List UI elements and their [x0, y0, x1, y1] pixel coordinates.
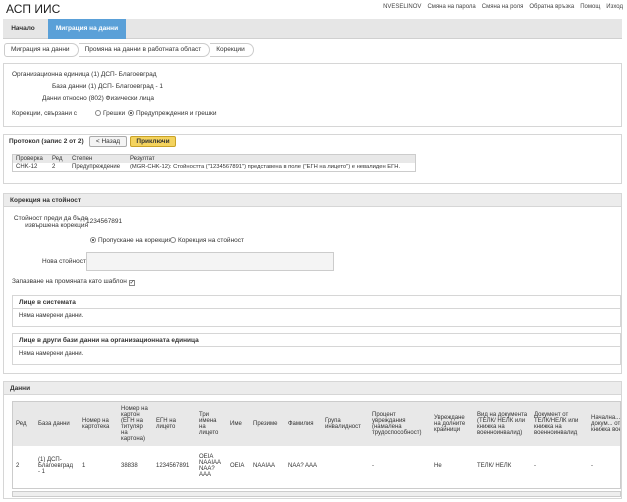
back-button[interactable]: < Назад — [89, 136, 127, 147]
protocol-title: Протокол (запис 2 от 2) — [9, 138, 84, 145]
top-bar: АСП ИИС NVESELINOV Смяна на парола Смяна… — [0, 0, 627, 18]
save-template-label: Запазване на промяната като шаблон ✓ — [12, 278, 135, 286]
cell-row: 2 — [16, 463, 20, 469]
cell-document: - — [534, 463, 536, 469]
main-nav: Начало Миграция на данни — [3, 19, 622, 39]
cell-first-name: ОЕІА — [230, 463, 245, 469]
col-first-name: Име — [227, 402, 250, 446]
col-check: Проверка — [13, 155, 49, 163]
cell-middle-name: NAAIAA — [253, 463, 276, 469]
cell-database: (1) ДСП-Благоевград - 1 — [38, 457, 73, 475]
table-row[interactable]: 2 (1) ДСП-Благоевград - 1 1 38838 123456… — [13, 446, 620, 486]
db-value: (1) ДСП- Благоевград - 1 — [88, 83, 164, 90]
cell-start-date: - — [591, 463, 593, 469]
col-start-date: Начална... на докум... от ТЕЛК или книжк… — [588, 402, 620, 446]
before-value-label: Стойност преди да бъде извършена корекци… — [13, 215, 88, 229]
nav-data-migration[interactable]: Миграция на данни — [48, 19, 126, 39]
finish-button[interactable]: Приключи — [130, 136, 176, 147]
info-panel: Организационна единица (1) ДСП- Благоевг… — [3, 63, 622, 127]
data-about-label: Данни относно (802) Физически лица — [42, 95, 155, 102]
col-row: Ред — [13, 402, 35, 446]
persons-in-system-title: Лице в системата — [13, 296, 620, 309]
correction-title: Корекция на стойност — [4, 194, 621, 207]
top-links: NVESELINOV Смяна на парола Смяна на роля… — [383, 4, 623, 10]
save-template-checkbox[interactable]: ✓ — [128, 280, 135, 286]
protocol-panel: Протокол (запис 2 от 2) < Назад Приключи… — [3, 134, 622, 184]
col-card-number: Номер на картон (ЕГН на титуляр на карто… — [118, 402, 153, 446]
option-errors[interactable]: Грешки — [95, 110, 125, 117]
breadcrumb: Миграция на данни Промяна на данни в раб… — [4, 43, 254, 57]
correction-panel: Корекция на стойност Стойност преди да б… — [3, 193, 622, 374]
nav-home[interactable]: Начало — [3, 19, 43, 39]
new-value-input[interactable] — [86, 252, 334, 271]
col-card-index: Номер на картотека — [79, 402, 118, 446]
persons-in-system-empty: Няма намерени данни. — [19, 313, 84, 319]
col-database: База данни — [35, 402, 79, 446]
db-label: База данни (1) ДСП- Благоевград - 1 — [52, 83, 164, 90]
option-skip-correction[interactable]: Пропускане на корекция — [90, 237, 172, 244]
col-full-name: Три имена на лицето — [196, 402, 227, 446]
logout-link[interactable]: Изход — [606, 4, 623, 10]
cell-row: 2 — [52, 164, 56, 170]
persons-in-system-panel: Лице в системата Няма намерени данни. — [12, 295, 621, 327]
data-table: Ред База данни Номер на картотека Номер … — [13, 402, 620, 486]
data-table-wrap: Ред База данни Номер на картотека Номер … — [12, 401, 621, 489]
radio-icon[interactable] — [170, 237, 176, 243]
change-password-link[interactable]: Смяна на парола — [427, 4, 475, 10]
protocol-table-wrap: Проверка Ред Степен Резултат CHK-12 2 Пр… — [12, 154, 416, 172]
col-row: Ред — [49, 155, 69, 163]
option-warnings-errors[interactable]: Предупреждения и грешки — [128, 110, 217, 117]
radio-selected-icon[interactable] — [128, 110, 134, 116]
org-value: (1) ДСП- Благоевград — [91, 71, 157, 78]
protocol-table: Проверка Ред Степен Резултат CHK-12 2 Пр… — [13, 155, 415, 171]
col-document-type: Вид на документа (ТЕЛК/ НЕЛК или книжка … — [474, 402, 531, 446]
radio-selected-icon[interactable] — [90, 237, 96, 243]
breadcrumb-workspace[interactable]: Промяна на данни в работната област — [78, 43, 211, 57]
cell-card-index: 1 — [82, 463, 86, 469]
persons-other-db-panel: Лице в други бази данни на организационн… — [12, 333, 621, 365]
persons-other-db-title: Лице в други бази данни на организационн… — [13, 334, 620, 347]
cell-card-number: 38838 — [121, 463, 138, 469]
new-value-label: Нова стойност — [42, 258, 86, 265]
table-row[interactable]: CHK-12 2 Предупреждение (MGR-CHK-12): Ст… — [13, 163, 415, 171]
col-person-egn: ЕГН на лицето — [153, 402, 196, 446]
cell-last-name: NAA? AAA — [288, 463, 318, 469]
change-role-link[interactable]: Смяна на роля — [482, 4, 524, 10]
cell-disability-percent: - — [372, 463, 374, 469]
col-disability-group: Група инвалидност — [322, 402, 369, 446]
cell-person-egn: 1234567891 — [156, 463, 190, 469]
before-value: 1234567891 — [86, 218, 123, 225]
app-title: АСП ИИС — [6, 2, 61, 16]
feedback-link[interactable]: Обратна връзка — [529, 4, 574, 10]
cell-disability-group — [322, 446, 369, 486]
option-correct-value[interactable]: Корекция на стойност — [170, 237, 244, 244]
data-about-value: (802) Физически лица — [88, 95, 155, 102]
cell-level: Предупреждение — [72, 164, 121, 170]
data-panel: Данни Ред База данни Номер на картотека … — [3, 381, 622, 499]
col-level: Степен — [69, 155, 127, 163]
breadcrumb-migration[interactable]: Миграция на данни — [4, 43, 79, 57]
col-lower-limbs: Увреждане на долните крайници — [431, 402, 474, 446]
col-last-name: Фамилия — [285, 402, 322, 446]
help-link[interactable]: Помощ — [580, 4, 600, 10]
cell-lower-limbs: Не — [434, 463, 442, 469]
corrections-related-label: Корекции, свързани с — [12, 110, 78, 117]
breadcrumb-corrections: Корекции — [210, 43, 254, 57]
col-result: Резултат — [127, 155, 415, 163]
cell-full-name: ОЕІА NAAIAA NAA? AAA — [199, 454, 221, 478]
cell-check: CHK-12 — [16, 164, 38, 170]
horizontal-scrollbar[interactable] — [12, 491, 621, 497]
col-disability-percent: Процент увреждания (намалена трудоспособ… — [369, 402, 431, 446]
persons-other-db-empty: Няма намерени данни. — [19, 351, 84, 357]
col-document: Документ от ТЕЛК/НЕЛК или книжка на воен… — [531, 402, 588, 446]
org-label: Организационна единица (1) ДСП- Благоевг… — [12, 71, 157, 78]
cell-document-type: ТЕЛК/ НЕЛК — [477, 463, 512, 469]
user-link[interactable]: NVESELINOV — [383, 4, 421, 10]
data-title: Данни — [4, 382, 621, 395]
cell-result: (MGR-CHK-12): Стойността ("1234567891") … — [130, 164, 401, 170]
col-middle-name: Презиме — [250, 402, 285, 446]
radio-icon[interactable] — [95, 110, 101, 116]
